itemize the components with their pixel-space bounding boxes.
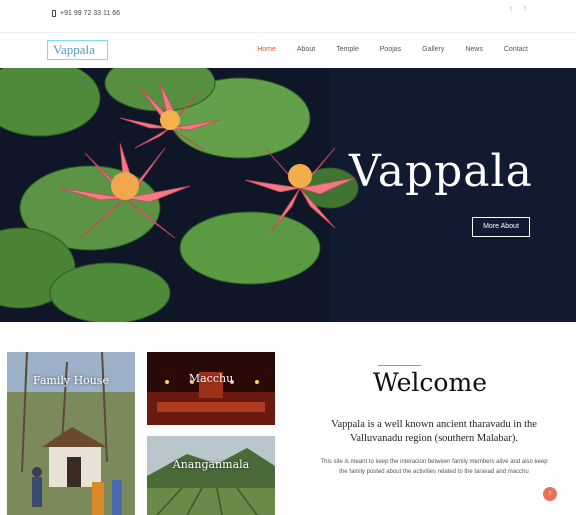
hero-title: Vappala	[349, 146, 533, 197]
phone-contact[interactable]: +91 99 72 33 11 66	[52, 10, 120, 17]
welcome-heading: Welcome	[372, 368, 487, 397]
ananganmala-image	[147, 436, 275, 515]
family-house-card[interactable]: Family House	[7, 352, 135, 515]
nav-item-news[interactable]: News	[465, 46, 483, 53]
nav-item-poojas[interactable]: Poojas	[380, 46, 401, 53]
welcome-section: Family House Macchu Ananganmala Welcome …	[0, 322, 576, 515]
welcome-divider	[378, 365, 421, 366]
nav-item-home[interactable]: Home	[257, 46, 276, 53]
macchu-caption: Macchu	[188, 372, 234, 385]
top-bar: +91 99 72 33 11 66 t f	[0, 0, 576, 32]
family-house-caption: Family House	[32, 374, 110, 387]
macchu-image	[147, 352, 275, 425]
nav-item-contact[interactable]: Contact	[504, 46, 528, 53]
nav-menu: Home About Temple Poojas Gallery News Co…	[257, 46, 528, 53]
nav-item-temple[interactable]: Temple	[336, 46, 359, 53]
ananganmala-card[interactable]: Ananganmala	[147, 436, 275, 515]
macchu-card[interactable]: Macchu	[147, 352, 275, 425]
ananganmala-caption: Ananganmala	[172, 458, 250, 471]
more-about-button[interactable]: More About	[472, 217, 530, 237]
welcome-text: This site is meant to keep the interacio…	[320, 459, 548, 475]
facebook-icon[interactable]: f	[524, 6, 526, 13]
hero-banner: Vappala More About	[0, 68, 576, 322]
phone-icon	[52, 10, 56, 17]
arrow-up-icon[interactable]: ↑	[543, 487, 557, 501]
social-links: t f	[510, 6, 526, 13]
phone-number: +91 99 72 33 11 66	[60, 10, 121, 17]
welcome-lead: Vappala is a well known ancient tharavad…	[331, 419, 537, 444]
nav-item-about[interactable]: About	[297, 46, 315, 53]
site-logo[interactable]: Vappala	[47, 40, 108, 60]
main-nav: Vappala Home About Temple Poojas Gallery…	[0, 32, 576, 68]
twitter-icon[interactable]: t	[510, 6, 512, 13]
nav-item-gallery[interactable]: Gallery	[422, 46, 444, 53]
